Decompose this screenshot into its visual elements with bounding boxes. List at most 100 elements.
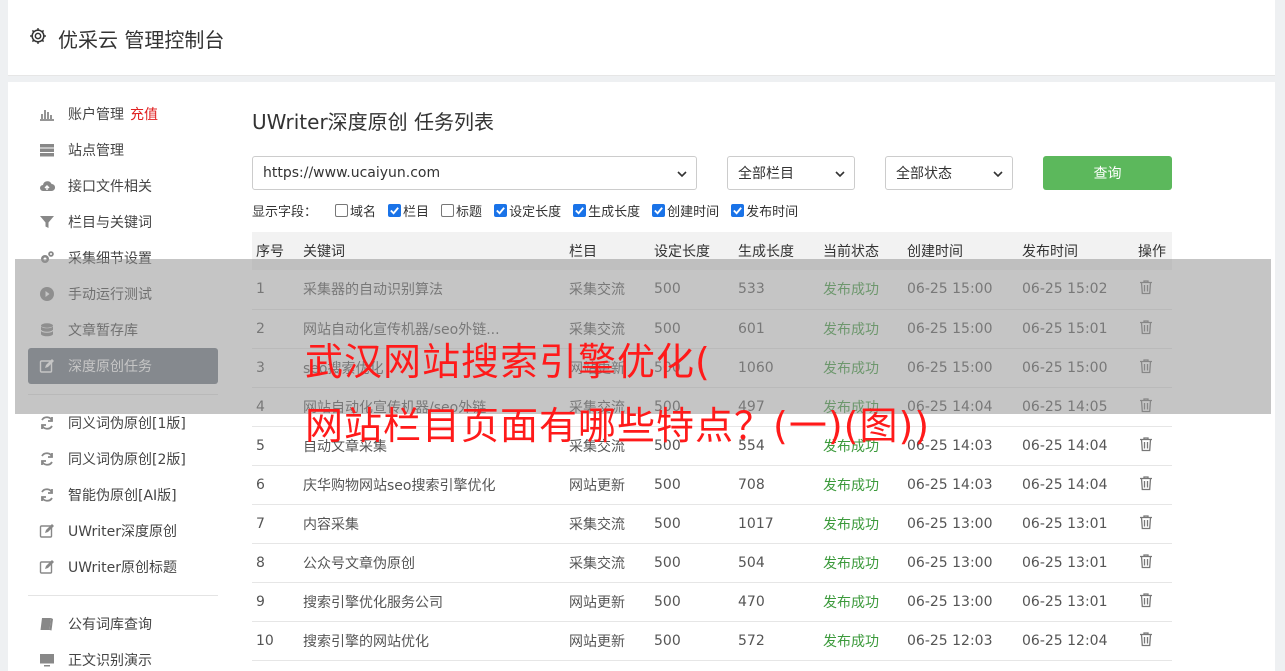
table-cell: 708 <box>734 465 819 505</box>
filter-icon <box>38 213 56 231</box>
overlay-title-line2: 网站栏目页面有哪些特点？(一)(图)) <box>305 404 931 448</box>
app-header: 优采云 管理控制台 <box>8 0 1275 76</box>
sidebar-item-group2-1[interactable]: 同义词伪原创[2版] <box>28 441 218 477</box>
refresh-icon <box>38 486 56 504</box>
sidebar-item-group2-2[interactable]: 智能伪原创[AI版] <box>28 477 218 513</box>
field-checkbox-label: 标题 <box>456 205 483 220</box>
field-checkbox-4[interactable]: 生成长度 <box>573 201 640 220</box>
cloud-upload-icon <box>38 177 56 195</box>
page-title: UWriter深度原创 任务列表 <box>252 110 495 134</box>
column-select[interactable]: 全部栏目 <box>727 156 855 190</box>
sidebar-item-label: 账户管理 <box>68 107 124 123</box>
action-cell <box>1134 582 1172 622</box>
field-checkbox-label: 发布时间 <box>746 205 799 220</box>
trash-icon[interactable] <box>1138 475 1154 491</box>
sidebar-item-label: 正文识别演示 <box>68 653 152 669</box>
table-cell: 网站更新 <box>565 621 650 661</box>
trash-icon[interactable] <box>1138 514 1154 530</box>
checkbox-checked-icon <box>573 204 587 217</box>
sidebar-item-label: UWriter深度原创 <box>68 524 177 540</box>
field-checkbox-3[interactable]: 设定长度 <box>494 201 561 220</box>
trash-icon[interactable] <box>1138 631 1154 647</box>
chevron-down-icon <box>677 171 687 178</box>
table-cell: 搜索引擎的网站优化 <box>299 621 565 661</box>
app-title: 优采云 管理控制台 <box>58 28 225 52</box>
table-cell: 500 <box>650 504 734 544</box>
sidebar-item-group1-3[interactable]: 栏目与关键词 <box>28 204 218 240</box>
trash-icon[interactable] <box>1138 436 1154 452</box>
gear-icon <box>30 28 46 44</box>
sidebar-item-group1-1[interactable]: 站点管理 <box>28 132 218 168</box>
table-cell: 06-25 14:04 <box>1018 465 1134 505</box>
sidebar-item-label: 栏目与关键词 <box>68 215 152 231</box>
status-select-value: 全部状态 <box>896 166 952 182</box>
table-cell: 504 <box>734 543 819 583</box>
sidebar-item-group2-4[interactable]: UWriter原创标题 <box>28 549 218 585</box>
refresh-icon <box>38 414 56 432</box>
status-select[interactable]: 全部状态 <box>885 156 1013 190</box>
sidebar-divider <box>28 595 218 596</box>
sidebar-item-label: 站点管理 <box>68 143 124 159</box>
chevron-down-icon <box>835 171 845 178</box>
action-cell <box>1134 621 1172 661</box>
field-checkbox-0[interactable]: 域名 <box>335 201 376 220</box>
display-fields-label: 显示字段： <box>252 205 318 220</box>
field-checkbox-5[interactable]: 创建时间 <box>652 201 719 220</box>
field-checkbox-label: 栏目 <box>403 205 430 220</box>
trash-icon[interactable] <box>1138 592 1154 608</box>
field-checkbox-label: 生成长度 <box>588 205 641 220</box>
checkbox-unchecked-icon <box>335 204 349 217</box>
checkbox-checked-icon <box>731 204 745 217</box>
table-cell: 10 <box>252 621 299 661</box>
sidebar-item-group2-3[interactable]: UWriter深度原创 <box>28 513 218 549</box>
table-cell: 06-25 13:01 <box>1018 504 1134 544</box>
table-cell: 网站更新 <box>565 582 650 622</box>
watermark-overlay <box>15 259 1271 414</box>
bar-chart-icon <box>38 105 56 123</box>
edit-icon <box>38 522 56 540</box>
table-cell: 06-25 14:04 <box>1018 426 1134 466</box>
sidebar-item-label: 接口文件相关 <box>68 179 152 195</box>
field-checkbox-label: 域名 <box>350 205 377 220</box>
table-cell: 06-25 12:03 <box>903 621 1018 661</box>
sidebar-item-group1-0[interactable]: 账户管理 充值 <box>28 96 218 132</box>
table-cell: 06-25 13:01 <box>1018 582 1134 622</box>
edit-icon <box>38 558 56 576</box>
table-cell: 9 <box>252 582 299 622</box>
field-checkbox-label: 创建时间 <box>667 205 720 220</box>
action-cell <box>1134 465 1172 505</box>
table-cell: 发布成功 <box>819 504 903 544</box>
field-checkbox-2[interactable]: 标题 <box>441 201 482 220</box>
field-checkbox-6[interactable]: 发布时间 <box>731 201 798 220</box>
table-cell: 500 <box>650 621 734 661</box>
table-cell: 5 <box>252 426 299 466</box>
site-select-value: https://www.ucaiyun.com <box>263 165 441 181</box>
table-cell: 500 <box>650 543 734 583</box>
table-cell: 采集交流 <box>565 543 650 583</box>
table-cell: 1017 <box>734 504 819 544</box>
table-cell: 网站更新 <box>565 465 650 505</box>
chevron-down-icon <box>993 171 1003 178</box>
trash-icon[interactable] <box>1138 553 1154 569</box>
table-cell: 572 <box>734 621 819 661</box>
table-cell: 06-25 12:04 <box>1018 621 1134 661</box>
table-cell: 06-25 13:01 <box>1018 543 1134 583</box>
field-checkbox-1[interactable]: 栏目 <box>388 201 429 220</box>
sidebar-item-group3-1[interactable]: 正文识别演示 <box>28 642 218 671</box>
action-cell <box>1134 543 1172 583</box>
checkbox-unchecked-icon <box>441 204 455 217</box>
query-button[interactable]: 查询 <box>1043 156 1172 190</box>
table-cell: 470 <box>734 582 819 622</box>
sidebar-item-label: 公有词库查询 <box>68 617 152 633</box>
sidebar-item-group1-2[interactable]: 接口文件相关 <box>28 168 218 204</box>
site-select[interactable]: https://www.ucaiyun.com <box>252 156 697 190</box>
table-cell: 内容采集 <box>299 504 565 544</box>
field-checkbox-label: 设定长度 <box>509 205 562 220</box>
table-cell: 06-25 13:00 <box>903 582 1018 622</box>
sidebar-item-label: 智能伪原创[AI版] <box>68 488 177 504</box>
table-cell: 发布成功 <box>819 582 903 622</box>
filter-bar: https://www.ucaiyun.com 全部栏目 全部状态 查询 <box>252 156 1172 190</box>
recharge-link[interactable]: 充值 <box>130 104 158 124</box>
table-cell: 搜索引擎优化服务公司 <box>299 582 565 622</box>
sidebar-item-group3-0[interactable]: 公有词库查询 <box>28 606 218 642</box>
